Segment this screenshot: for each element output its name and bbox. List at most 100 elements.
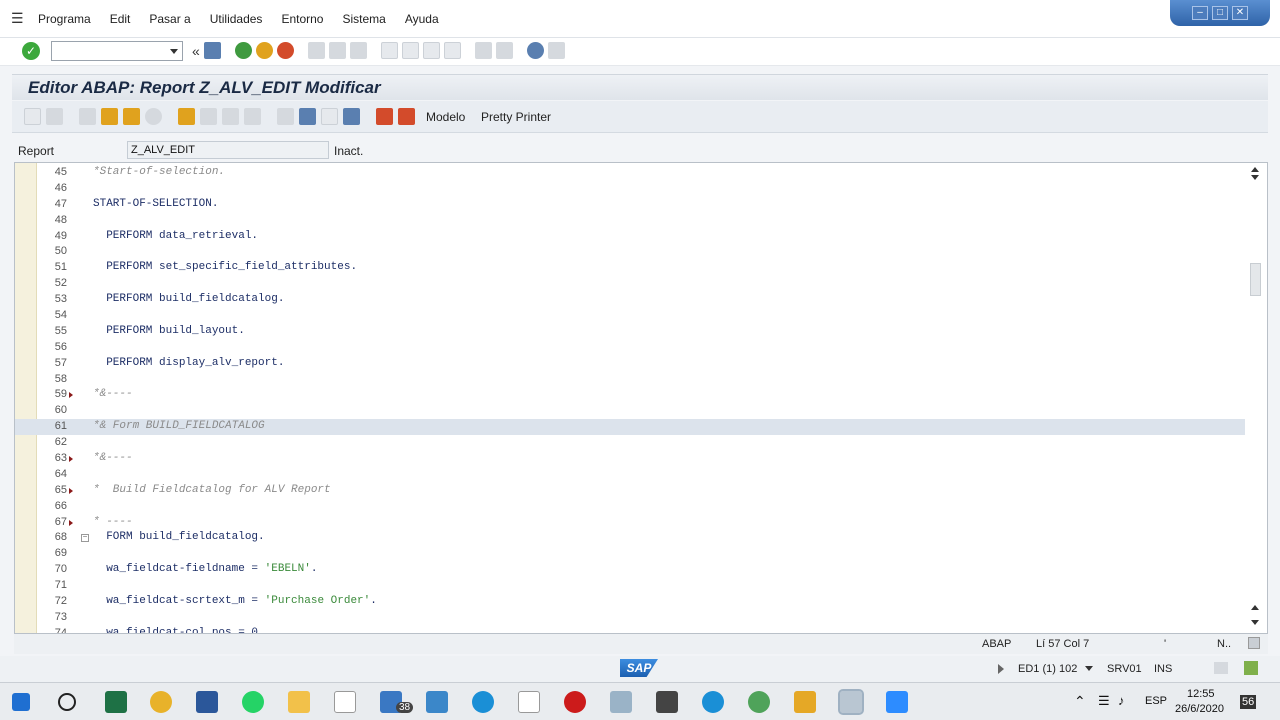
where-used-icon[interactable] (200, 108, 217, 125)
scroll-up-icon[interactable] (1251, 167, 1259, 172)
chevron-down-icon[interactable] (1085, 666, 1093, 671)
menu-ayuda[interactable]: Ayuda (405, 12, 439, 26)
breakpoint-marker-icon[interactable] (69, 456, 73, 463)
code-line[interactable]: 57 PERFORM display_alv_report. (15, 356, 1245, 372)
search-icon[interactable] (58, 693, 76, 711)
notification-icon[interactable]: 56 (1240, 695, 1257, 709)
code-line[interactable]: 50 (15, 244, 1245, 260)
menu-pasar-a[interactable]: Pasar a (149, 12, 190, 26)
new-session-icon[interactable] (474, 42, 492, 59)
breakpoint-marker-icon[interactable] (69, 519, 73, 526)
external-breakpoint-icon[interactable] (398, 108, 415, 125)
cancel-icon[interactable] (276, 42, 294, 59)
code-editor[interactable]: 45 *Start-of-selection. 46 47 START-OF-SELEC… (14, 162, 1268, 634)
menu-entorno[interactable]: Entorno (281, 12, 323, 26)
code-line[interactable]: 73 (15, 610, 1245, 626)
code-line[interactable]: 48 (15, 213, 1245, 229)
play-icon[interactable] (998, 664, 1004, 674)
activate-icon[interactable] (145, 108, 162, 125)
excel-icon[interactable] (105, 691, 127, 713)
window-icon[interactable] (321, 108, 338, 125)
code-line[interactable]: 53 PERFORM build_fieldcatalog. (15, 292, 1245, 308)
last-page-icon[interactable] (443, 42, 461, 59)
code-lines[interactable]: 45 *Start-of-selection. 46 47 START-OF-SELEC… (15, 165, 1245, 633)
chevron-down-icon[interactable] (170, 49, 178, 54)
clock-time[interactable]: 12:55 (1187, 688, 1215, 700)
check-icon[interactable] (123, 108, 140, 125)
skype-icon[interactable] (702, 691, 724, 713)
double-left-icon[interactable]: « (192, 43, 200, 59)
code-line[interactable]: 58 (15, 372, 1245, 388)
modelo-button[interactable]: Modelo (426, 110, 465, 124)
layout-icon[interactable] (547, 42, 565, 59)
code-line[interactable]: 59 *&---- (15, 387, 1245, 403)
app-icon[interactable] (610, 691, 632, 713)
code-line[interactable]: 49 PERFORM data_retrieval. (15, 229, 1245, 245)
code-line[interactable]: 68 − FORM build_fieldcatalog. (15, 530, 1245, 546)
settings-icon[interactable] (1248, 637, 1260, 649)
exit-icon[interactable] (255, 42, 273, 59)
opera-icon[interactable] (564, 691, 586, 713)
scroll-down-icon[interactable] (1251, 175, 1259, 180)
chevron-up-icon[interactable]: ⌃ (1074, 693, 1086, 710)
help-icon[interactable] (526, 42, 544, 59)
menu-programa[interactable]: Programa (38, 12, 91, 26)
fold-toggle-icon[interactable]: − (81, 534, 89, 543)
display-change-icon[interactable] (79, 108, 96, 125)
pretty-printer-button[interactable]: Pretty Printer (481, 110, 551, 124)
minimize-icon[interactable]: – (1192, 6, 1208, 20)
code-line[interactable]: 69 (15, 546, 1245, 562)
code-line[interactable]: 71 (15, 578, 1245, 594)
chrome-icon[interactable] (150, 691, 172, 713)
find-icon[interactable] (328, 42, 346, 59)
navigation-icon[interactable] (244, 108, 261, 125)
code-line[interactable]: 61 *& Form BUILD_FIELDCATALOG (15, 419, 1245, 436)
wifi-icon[interactable]: ☰ (1098, 693, 1110, 709)
volume-icon[interactable]: ♪ (1118, 693, 1125, 708)
scroll-up-icon[interactable] (1251, 605, 1259, 610)
language-indicator[interactable]: ESP (1145, 695, 1167, 707)
code-line[interactable]: 47 START-OF-SELECTION. (15, 197, 1245, 213)
first-page-icon[interactable] (380, 42, 398, 59)
menu-icon[interactable]: ☰ (11, 10, 27, 26)
code-line[interactable]: 55 PERFORM build_layout. (15, 324, 1245, 340)
code-line[interactable]: 72 wa_fieldcat-scrtext_m = 'Purchase Ord… (15, 594, 1245, 610)
info-icon[interactable] (343, 108, 360, 125)
command-field[interactable] (51, 41, 183, 61)
breakpoint-icon[interactable] (376, 108, 393, 125)
code-line[interactable]: 70 wa_fieldcat-fieldname = 'EBELN'. (15, 562, 1245, 578)
back-arrow-icon[interactable] (24, 108, 41, 125)
app-icon[interactable] (426, 691, 448, 713)
lock-icon[interactable] (1244, 661, 1258, 675)
menu-utilidades[interactable]: Utilidades (210, 12, 263, 26)
menu-sistema[interactable]: Sistema (342, 12, 385, 26)
code-line[interactable]: 56 (15, 340, 1245, 356)
code-line[interactable]: 62 (15, 435, 1245, 451)
code-line[interactable]: 45 *Start-of-selection. (15, 165, 1245, 181)
hierarchy-icon[interactable] (277, 108, 294, 125)
code-line[interactable]: 63 *&---- (15, 451, 1245, 467)
file-icon[interactable] (518, 691, 540, 713)
code-line[interactable]: 54 (15, 308, 1245, 324)
code-line[interactable]: 46 (15, 181, 1245, 197)
code-line[interactable]: 66 (15, 499, 1245, 515)
code-line[interactable]: 67 * ---- (15, 515, 1245, 531)
stack-icon[interactable] (299, 108, 316, 125)
forward-arrow-icon[interactable] (46, 108, 63, 125)
calculator-icon[interactable] (656, 691, 678, 713)
edge-icon[interactable] (472, 691, 494, 713)
object-list-icon[interactable] (222, 108, 239, 125)
transfer-icon[interactable] (1214, 662, 1228, 674)
code-line[interactable]: 74 wa_fieldcat-col_pos = 0. (15, 626, 1245, 633)
restore-icon[interactable]: □ (1212, 6, 1228, 20)
breakpoint-marker-icon[interactable] (69, 392, 73, 399)
shortcut-icon[interactable] (495, 42, 513, 59)
zoom-icon[interactable] (886, 691, 908, 713)
sap-logon-icon[interactable] (838, 689, 864, 715)
globe-icon[interactable] (748, 691, 770, 713)
print-icon[interactable] (307, 42, 325, 59)
save-icon[interactable] (203, 42, 221, 59)
enter-button[interactable]: ✓ (22, 42, 40, 60)
find-next-icon[interactable] (349, 42, 367, 59)
next-page-icon[interactable] (422, 42, 440, 59)
